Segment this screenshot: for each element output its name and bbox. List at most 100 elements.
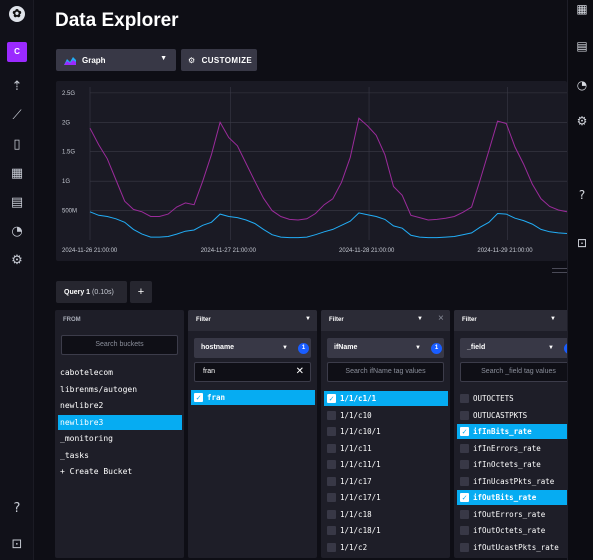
chevron-down-icon: ▼ [415, 345, 421, 351]
x-tick-label: 2024-11-26 21:00:00 [62, 248, 118, 254]
bell-icon[interactable]: ◔ [574, 77, 590, 93]
checkbox-icon[interactable] [460, 526, 469, 535]
tab-query-1[interactable]: Query 1 (0.10s) [56, 281, 127, 303]
bucket-item[interactable]: newlibre2 [58, 398, 182, 413]
customize-button[interactable]: ⚙ CUSTOMIZE [181, 49, 257, 71]
checkbox-icon[interactable] [327, 427, 336, 436]
checkbox-checked-icon[interactable]: ✓ [194, 393, 203, 402]
bucket-item[interactable]: _monitoring [58, 431, 182, 446]
tag-value-item[interactable]: ifInErrors_rate [457, 441, 581, 456]
view-type-dropdown[interactable]: Graph ▼ [56, 49, 176, 71]
tag-value-item[interactable]: 1/1/c10/1 [324, 424, 448, 439]
tag-key-dropdown[interactable]: ifName ▼ 1 [327, 338, 444, 358]
dashboard-grid-icon[interactable]: ▦ [574, 1, 590, 17]
alerts-bell-icon[interactable]: ◔ [8, 223, 26, 241]
add-query-button[interactable]: + [130, 281, 152, 303]
help-icon[interactable]: ? [8, 500, 26, 518]
settings-gear-icon[interactable]: ⚙ [8, 252, 26, 270]
chevron-down-icon[interactable]: ▼ [305, 316, 311, 322]
bucket-item[interactable]: cabotelecom [58, 365, 182, 380]
help-icon[interactable]: ? [574, 187, 590, 203]
tag-value-label: ifOutUcastPkts_rate [473, 542, 559, 552]
checkbox-icon[interactable] [327, 410, 336, 420]
tag-value-item[interactable]: ifOutOctets_rate [457, 523, 581, 538]
influx-logo-icon[interactable]: ✿ [9, 6, 25, 22]
upload-icon[interactable]: ⇡ [8, 78, 26, 96]
checkbox-icon[interactable] [327, 460, 336, 469]
app-window: ✿ C ⇡ ⟋ ▯ ▦ ▤ ◔ ⚙ ? ⊡ Data Explorer Grap… [0, 0, 593, 560]
tag-value-item[interactable]: ✓ 1/1/c1/1 [324, 391, 448, 406]
data-explorer-icon[interactable]: ⟋ [8, 107, 26, 125]
checkbox-icon[interactable] [460, 509, 469, 519]
tag-value-item[interactable]: ✓ fran [191, 390, 315, 405]
org-avatar[interactable]: C [7, 42, 27, 62]
bucket-item[interactable]: newlibre3 [58, 414, 182, 430]
tag-value-item[interactable]: ifInUcastPkts_rate [457, 474, 581, 489]
tag-value-label: 1/1/c11 [340, 443, 372, 453]
graph-icon [64, 56, 76, 65]
tag-value-item[interactable]: 1/1/c17 [324, 474, 448, 489]
clear-search-icon[interactable]: ✕ [296, 363, 304, 381]
tag-key-dropdown[interactable]: hostname ▼ 1 [194, 338, 311, 358]
checkbox-icon[interactable] [460, 476, 469, 486]
checkbox-icon[interactable] [327, 509, 336, 519]
filter-column-hostname: Filter ▼ hostname ▼ 1 fran ✕ ✓ fran [188, 310, 317, 558]
checkbox-icon[interactable] [327, 526, 336, 535]
checkbox-icon[interactable] [327, 476, 336, 486]
filter-column-ifname: Filter ▼ × ifName ▼ 1 Search ifName tag … [321, 310, 450, 558]
bucket-item[interactable]: + Create Bucket [58, 464, 182, 479]
checkbox-checked-icon[interactable]: ✓ [460, 427, 469, 436]
bucket-item[interactable]: _tasks [58, 448, 182, 463]
tag-value-label: ifInUcastPkts_rate [473, 476, 555, 486]
tag-value-item[interactable]: ✓ ifOutBits_rate [457, 490, 581, 505]
tag-value-item[interactable]: ifOutErrors_rate [457, 507, 581, 522]
tag-value-item[interactable]: 1/1/c2 [324, 540, 448, 555]
checkbox-checked-icon[interactable]: ✓ [460, 493, 469, 502]
gear-icon[interactable]: ⚙ [574, 113, 590, 129]
tag-value-item[interactable]: 1/1/c18 [324, 507, 448, 522]
close-icon[interactable]: × [438, 313, 444, 324]
tag-value-item[interactable]: 1/1/c18/1 [324, 523, 448, 538]
chevron-down-icon[interactable]: ▼ [417, 316, 423, 322]
filter-header-label: Filter [462, 317, 477, 323]
collapse-nav-icon[interactable]: ⊡ [8, 536, 26, 554]
tag-value-item[interactable]: ✓ ifInBits_rate [457, 424, 581, 439]
chevron-down-icon[interactable]: ▼ [550, 316, 556, 322]
view-type-label: Graph [82, 55, 106, 65]
tag-value-item[interactable]: 1/1/c10 [324, 408, 448, 423]
tag-key-label: hostname [201, 344, 235, 351]
tag-value-item[interactable]: 1/1/c11 [324, 441, 448, 456]
tag-key-dropdown[interactable]: _field ▼ 2 [460, 338, 577, 358]
checkbox-icon[interactable] [460, 394, 469, 403]
checkbox-icon[interactable] [327, 443, 336, 453]
dashboards-icon[interactable]: ▦ [8, 165, 26, 183]
calendar-icon[interactable]: ▤ [574, 38, 590, 54]
tag-value-item[interactable]: ifOutUcastPkts_rate [457, 540, 581, 555]
checkbox-icon[interactable] [460, 443, 469, 453]
notebook-icon[interactable]: ▯ [8, 136, 26, 154]
tag-key-label: ifName [334, 344, 358, 351]
checkbox-icon[interactable] [327, 542, 336, 552]
chevron-down-icon: ▼ [282, 345, 288, 351]
tag-value-item[interactable]: 1/1/c17/1 [324, 490, 448, 505]
y-tick-label: 1G [62, 179, 70, 185]
filter-header-label: Filter [196, 317, 211, 323]
tag-value-item[interactable]: ifInOctets_rate [457, 457, 581, 472]
bucket-item[interactable]: librenms/autogen [58, 382, 182, 397]
collapse-panel-icon[interactable]: ⊡ [574, 235, 590, 251]
tag-value-item[interactable]: OUTOCTETS [457, 391, 581, 406]
checkbox-icon[interactable] [327, 493, 336, 502]
tag-value-search-input[interactable]: fran ✕ [194, 362, 311, 382]
from-header: FROM [63, 317, 81, 323]
checkbox-icon[interactable] [460, 410, 469, 420]
graph-panel[interactable]: 2.5G 2G 1.5G 1G 500M 2024-11-26 21:00:00 2024-… [56, 81, 567, 261]
tag-value-search-input[interactable]: Search _field tag values [460, 362, 577, 382]
tag-value-item[interactable]: 1/1/c11/1 [324, 457, 448, 472]
checkbox-checked-icon[interactable]: ✓ [327, 394, 336, 403]
checkbox-icon[interactable] [460, 460, 469, 469]
tasks-calendar-icon[interactable]: ▤ [8, 194, 26, 212]
checkbox-icon[interactable] [460, 542, 469, 552]
tag-value-item[interactable]: OUTUCASTPKTS [457, 408, 581, 423]
tag-value-search-input[interactable]: Search ifName tag values [327, 362, 444, 382]
bucket-search-input[interactable]: Search buckets [61, 335, 178, 355]
